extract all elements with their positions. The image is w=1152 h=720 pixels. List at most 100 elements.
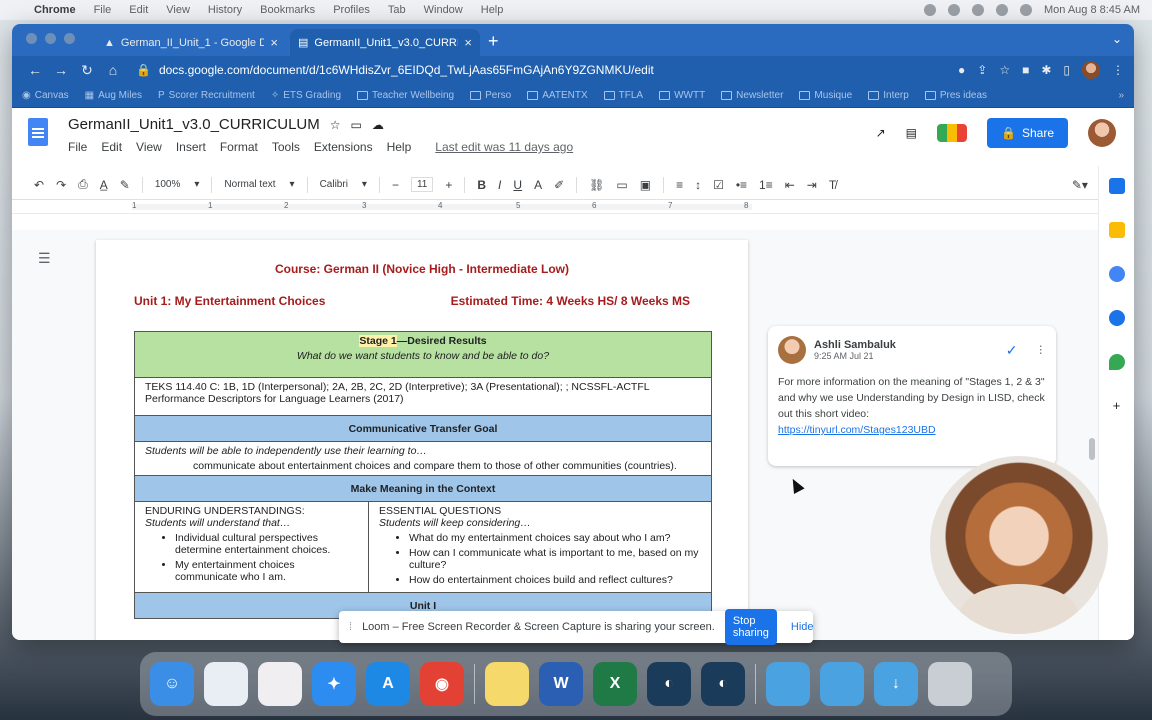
bookmark-folder[interactable]: Musique: [799, 90, 852, 101]
photos-icon[interactable]: [204, 662, 248, 706]
downloads-folder-icon[interactable]: ↓: [874, 662, 918, 706]
docs-menu-help[interactable]: Help: [387, 140, 412, 154]
bookmark-folder[interactable]: AATENTX: [527, 90, 588, 101]
meet-icon[interactable]: [937, 124, 968, 142]
ruler[interactable]: 1 1 2 3 4 5 6 7 8: [12, 200, 1134, 214]
cloud-status-icon[interactable]: ☁: [372, 118, 384, 132]
text-color-icon[interactable]: A: [534, 178, 542, 192]
url-text[interactable]: docs.google.com/document/d/1c6WHdisZvr_6…: [159, 63, 948, 77]
bulleted-list-icon[interactable]: •≡: [736, 178, 747, 192]
link-icon[interactable]: ⛓: [589, 178, 604, 192]
menu-bookmarks[interactable]: Bookmarks: [260, 4, 315, 16]
bookmark-folder[interactable]: Teacher Wellbeing: [357, 90, 454, 101]
tasks-icon[interactable]: [1108, 266, 1125, 282]
docs-menu-insert[interactable]: Insert: [176, 140, 206, 154]
close-window-button[interactable]: [26, 33, 37, 44]
launchpad-icon[interactable]: [258, 662, 302, 706]
bookmark-folder[interactable]: Interp: [868, 90, 909, 101]
decrease-indent-icon[interactable]: ⇤: [785, 178, 795, 192]
menu-window[interactable]: Window: [424, 4, 463, 16]
comment-link[interactable]: https://tinyurl.com/Stages123UBD: [778, 422, 1046, 438]
activity-trend-icon[interactable]: ↗: [876, 126, 886, 140]
line-spacing-icon[interactable]: ↕: [695, 178, 701, 192]
bookmark-item[interactable]: ✧ ETS Grading: [271, 90, 341, 101]
app-store-icon[interactable]: A: [366, 662, 410, 706]
bookmark-folder[interactable]: TFLA: [603, 90, 643, 101]
comments-icon[interactable]: ▤: [906, 126, 917, 140]
docs-menu-edit[interactable]: Edit: [101, 140, 122, 154]
menu-profiles[interactable]: Profiles: [333, 4, 370, 16]
drag-handle-icon[interactable]: ⁞: [349, 621, 352, 633]
hide-button[interactable]: Hide: [787, 615, 818, 639]
menu-tab[interactable]: Tab: [388, 4, 406, 16]
redo-icon[interactable]: ↷: [56, 178, 66, 192]
bookmark-item[interactable]: P Scorer Recruitment: [158, 90, 255, 101]
microphone-icon[interactable]: [923, 4, 936, 16]
bookmark-folder[interactable]: Newsletter: [721, 90, 783, 101]
bookmark-folder[interactable]: WWTT: [659, 90, 705, 101]
highlight-icon[interactable]: ✐: [554, 178, 564, 192]
menu-edit[interactable]: Edit: [129, 4, 148, 16]
new-tab-icon[interactable]: +: [488, 31, 499, 52]
print-icon[interactable]: ⎙: [78, 177, 88, 192]
account-avatar[interactable]: [1088, 119, 1116, 147]
address-bar[interactable]: 🔒 docs.google.com/document/d/1c6WHdisZvr…: [126, 59, 958, 81]
zoom-select[interactable]: 100% ▾: [155, 179, 200, 190]
contacts-icon[interactable]: [1108, 310, 1125, 326]
underline-icon[interactable]: U: [513, 178, 522, 192]
safari-icon[interactable]: ✦: [312, 662, 356, 706]
chrome-icon[interactable]: ◉: [420, 662, 464, 706]
image-icon[interactable]: ▣: [640, 178, 651, 192]
decrease-size-icon[interactable]: −: [392, 178, 399, 192]
forward-icon[interactable]: →: [48, 62, 74, 78]
comment-card[interactable]: Ashli Sambaluk 9:25 AM Jul 21 ✓ ⋮ For mo…: [768, 326, 1056, 466]
checklist-icon[interactable]: ☑: [713, 178, 724, 192]
font-size-input[interactable]: 11: [410, 177, 434, 192]
home-icon[interactable]: ⌂: [100, 62, 126, 78]
share-page-icon[interactable]: ⇪: [977, 63, 987, 77]
editing-mode-icon[interactable]: ✎▾: [1072, 178, 1088, 192]
document-outline-icon[interactable]: ☰: [38, 250, 51, 267]
font-select[interactable]: Calibri ▾: [320, 179, 367, 190]
excel-icon[interactable]: X: [593, 662, 637, 706]
more-bookmarks-icon[interactable]: »: [1118, 90, 1124, 101]
browser-tab-active[interactable]: ▤ GermanII_Unit1_v3.0_CURRICU ×: [290, 29, 480, 56]
folder-icon[interactable]: [820, 662, 864, 706]
reload-icon[interactable]: ↻: [74, 62, 100, 79]
docs-menu-file[interactable]: File: [68, 140, 87, 154]
align-icon[interactable]: ≡: [676, 178, 683, 192]
control-center-icon[interactable]: [1019, 4, 1032, 16]
menu-file[interactable]: File: [94, 4, 112, 16]
add-addon-icon[interactable]: +: [1113, 398, 1121, 413]
back-icon[interactable]: ←: [22, 62, 48, 78]
maps-icon[interactable]: [1108, 354, 1125, 370]
wifi-icon[interactable]: [971, 4, 984, 16]
docs-menu-view[interactable]: View: [136, 140, 162, 154]
keep-icon[interactable]: [1108, 222, 1125, 238]
menu-view[interactable]: View: [166, 4, 190, 16]
close-tab-icon[interactable]: ×: [464, 35, 472, 50]
clock[interactable]: Mon Aug 8 8:45 AM: [1044, 4, 1140, 16]
profile-avatar[interactable]: [1082, 61, 1100, 79]
bookmark-item[interactable]: ◉ Canvas: [22, 90, 69, 101]
share-button[interactable]: 🔒 Share: [987, 118, 1068, 148]
italic-icon[interactable]: I: [498, 178, 501, 192]
undo-icon[interactable]: ↶: [34, 178, 44, 192]
browser-tab[interactable]: ▲ German_II_Unit_1 - Google Dr ×: [96, 29, 286, 56]
close-tab-icon[interactable]: ×: [270, 35, 278, 50]
paint-format-icon[interactable]: ✎: [120, 178, 130, 192]
bold-icon[interactable]: B: [477, 178, 486, 192]
zoom-window-button[interactable]: [64, 33, 75, 44]
puzzle-icon[interactable]: ✱: [1041, 63, 1051, 77]
bookmark-star-icon[interactable]: ☆: [999, 63, 1010, 77]
word-icon[interactable]: W: [539, 662, 583, 706]
menu-help[interactable]: Help: [481, 4, 504, 16]
spellcheck-icon[interactable]: A̲: [100, 178, 108, 192]
docs-menu-tools[interactable]: Tools: [272, 140, 300, 154]
trash-icon[interactable]: [928, 662, 972, 706]
move-folder-icon[interactable]: ▭: [351, 118, 362, 132]
resolve-check-icon[interactable]: ✓: [1006, 342, 1018, 359]
bookmark-folder[interactable]: Pres ideas: [924, 90, 987, 101]
lock-icon[interactable]: 🔒: [136, 63, 151, 77]
increase-indent-icon[interactable]: ⇥: [807, 178, 817, 192]
